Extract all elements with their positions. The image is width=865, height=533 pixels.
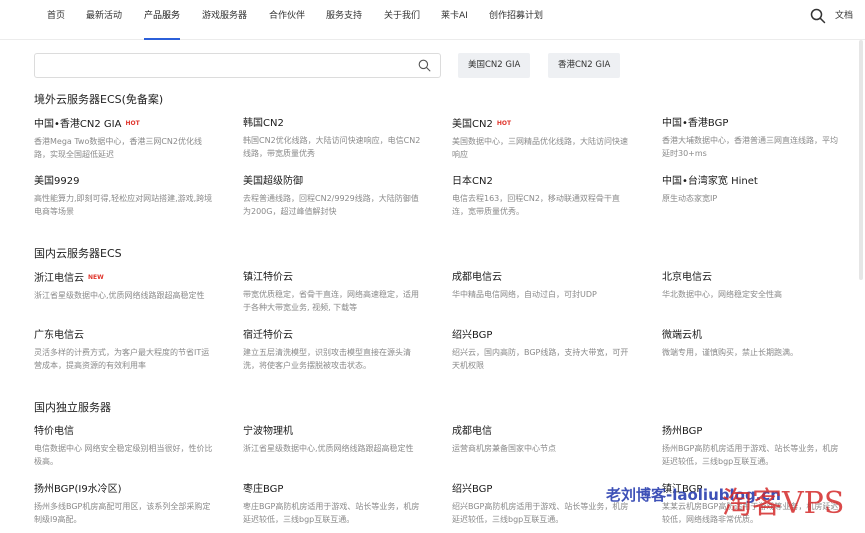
nav-item-creator-recruit[interactable]: 创作招募计划: [489, 0, 543, 40]
product-name: 扬州BGP(I9水冷区): [34, 484, 122, 495]
product-card[interactable]: 特价电信 电信数据中心 网络安全稳定级别相当很好，性价比极高。: [34, 425, 214, 468]
section-title-overseas-ecs: 境外云服务器ECS(免备案): [34, 93, 164, 106]
product-desc: 绍兴BGP高防机房适用于游戏、站长等业务，机房延迟较低，三线bgp互联互通。: [452, 502, 629, 524]
nav-item-latest[interactable]: 最新活动: [86, 0, 122, 40]
product-name: 绍兴BGP: [452, 484, 493, 495]
product-desc: 灵活多样的计费方式，为客户最大程度的节省IT运营成本，提高资源的有效利用率: [34, 348, 210, 370]
product-desc: 香港大埔数据中心，香港普通三网直连线路，平均延时30+ms: [662, 136, 838, 158]
product-card[interactable]: 绍兴BGP 绍兴云，国内高防，BGP线路，支持大带宽，可开天机权限: [452, 329, 632, 372]
product-name: 浙江电信云: [34, 273, 84, 284]
product-card[interactable]: 扬州BGP 扬州BGP高防机房适用于游戏、站长等业务，机房延迟较低，三线bgp互…: [662, 425, 842, 468]
product-card[interactable]: 韩国CN2 韩国CN2优化线路，大陆访问快速响应，电信CN2线路，带宽质量优秀: [243, 117, 423, 160]
product-desc: 高性能算力,即刻可得,轻松应对网站搭建,游戏,跨境电商等场景: [34, 194, 213, 216]
product-card[interactable]: 中国•香港BGP 香港大埔数据中心，香港普通三网直连线路，平均延时30+ms: [662, 117, 842, 160]
product-card[interactable]: 宿迁特价云 建立五层清洗模型，识别攻击模型直接在源头清洗，将使客户业务摆脱被攻击…: [243, 329, 423, 372]
product-desc: 原生动态家宽IP: [662, 194, 718, 203]
product-card[interactable]: 美国超级防御 去程普通线路，回程CN2/9929线路，大陆防御值为200G，超过…: [243, 175, 423, 218]
product-name: 广东电信云: [34, 330, 84, 341]
product-desc: 去程普通线路，回程CN2/9929线路，大陆防御值为200G，超过峰值解封快: [243, 194, 419, 216]
product-desc: 绍兴云，国内高防，BGP线路，支持大带宽，可开天机权限: [452, 348, 629, 370]
product-desc: 扬州BGP高防机房适用于游戏、站长等业务，机房延迟较低，三线bgp互联互通。: [662, 444, 839, 466]
product-desc: 建立五层清洗模型，识别攻击模型直接在源头清洗，将使客户业务摆脱被攻击状态。: [243, 348, 411, 370]
product-card[interactable]: 扬州BGP(I9水冷区) 扬州多线BGP机房高配可用区，该系列全部采购定制级I9…: [34, 483, 214, 526]
product-search-box: [34, 53, 441, 79]
product-desc: 运营商机房兼备国家中心节点: [452, 444, 556, 453]
product-search-input[interactable]: [35, 55, 405, 79]
product-name: 日本CN2: [452, 176, 493, 187]
filter-hk-cn2-gia[interactable]: 香港CN2 GIA: [548, 53, 621, 78]
product-card[interactable]: 中国•香港CN2 GIA HOT 香港Mega Two数据中心，香港三网CN2优化…: [34, 117, 214, 161]
product-card[interactable]: 微端云机 微端专用，谨慎购买，禁止长期跑满。: [662, 329, 842, 359]
product-card[interactable]: 成都电信 运营商机房兼备国家中心节点: [452, 425, 632, 455]
product-card[interactable]: 中国•台湾家宽 Hinet 原生动态家宽IP: [662, 175, 842, 205]
product-card[interactable]: 镇江特价云 带宽优质稳定，省骨干直连，网络高速稳定，适用于各种大带宽业务, 视频…: [243, 271, 423, 314]
product-card[interactable]: 浙江电信云 NEW 浙江省星级数据中心,优质网络线路跟超高稳定性: [34, 271, 214, 302]
product-name: 美国CN2: [452, 119, 493, 130]
scrollbar[interactable]: [859, 40, 863, 280]
product-desc: 枣庄BGP高防机房适用于游戏、站长等业务，机房延迟较低，三线bgp互联互通。: [243, 502, 420, 524]
nav-item-partners[interactable]: 合作伙伴: [269, 0, 305, 40]
product-name: 中国•台湾家宽 Hinet: [662, 176, 758, 187]
nav-item-home[interactable]: 首页: [47, 0, 65, 40]
product-name: 枣庄BGP: [243, 484, 284, 495]
product-name: 绍兴BGP: [452, 330, 493, 341]
product-desc: 浙江省星级数据中心,优质网络线路跟超高稳定性: [34, 291, 205, 300]
watermark-vps: 淘客VPS: [722, 486, 845, 521]
docs-link[interactable]: 文档: [835, 0, 853, 32]
product-name: 扬州BGP: [662, 426, 703, 437]
product-name: 成都电信: [452, 426, 492, 437]
nav-item-game-servers[interactable]: 游戏服务器: [202, 0, 247, 40]
top-nav: 首页 最新活动 产品服务 游戏服务器 合作伙伴 服务支持 关于我们 莱卡AI 创…: [0, 0, 865, 40]
product-name: 中国•香港BGP: [662, 118, 729, 129]
product-name: 微端云机: [662, 330, 702, 341]
product-name: 宁波物理机: [243, 426, 293, 437]
product-name: 美国9929: [34, 176, 80, 187]
new-badge: NEW: [88, 274, 104, 281]
product-name: 北京电信云: [662, 272, 712, 283]
product-desc: 华北数据中心，网络稳定安全性高: [662, 290, 782, 299]
nav-item-products[interactable]: 产品服务: [144, 0, 181, 40]
search-icon[interactable]: [418, 59, 431, 72]
search-icon[interactable]: [810, 8, 826, 24]
product-desc: 浙江省星级数据中心,优质网络线路跟超高稳定性: [243, 444, 414, 453]
product-card[interactable]: 宁波物理机 浙江省星级数据中心,优质网络线路跟超高稳定性: [243, 425, 423, 455]
product-card[interactable]: 绍兴BGP 绍兴BGP高防机房适用于游戏、站长等业务，机房延迟较低，三线bgp互…: [452, 483, 632, 526]
product-card[interactable]: 日本CN2 电信去程163，回程CN2，移动联通双程骨干直连，宽带质量优秀。: [452, 175, 632, 218]
product-card[interactable]: 枣庄BGP 枣庄BGP高防机房适用于游戏、站长等业务，机房延迟较低，三线bgp互…: [243, 483, 423, 526]
product-desc: 香港Mega Two数据中心，香港三网CN2优化线路，实现全国超低延迟: [34, 137, 203, 159]
product-desc: 韩国CN2优化线路，大陆访问快速响应，电信CN2线路，带宽质量优秀: [243, 136, 421, 158]
product-desc: 扬州多线BGP机房高配可用区，该系列全部采购定制级I9高配。: [34, 502, 211, 524]
product-name: 中国•香港CN2 GIA: [34, 119, 122, 130]
hot-badge: HOT: [496, 120, 512, 127]
nav-item-about[interactable]: 关于我们: [384, 0, 420, 40]
product-name: 美国超级防御: [243, 176, 303, 187]
product-desc: 带宽优质稳定，省骨干直连，网络高速稳定，适用于各种大带宽业务, 视频, 下载等: [243, 290, 419, 312]
product-desc: 华中精品电信网络，自动过白，可封UDP: [452, 290, 597, 299]
filter-us-cn2-gia[interactable]: 美国CN2 GIA: [458, 53, 531, 78]
section-title-domestic-dedicated: 国内独立服务器: [34, 401, 111, 414]
nav-item-laika-ai[interactable]: 莱卡AI: [441, 0, 468, 40]
product-desc: 电信数据中心 网络安全稳定级别相当很好，性价比极高。: [34, 444, 213, 466]
product-desc: 电信去程163，回程CN2，移动联通双程骨干直连，宽带质量优秀。: [452, 194, 620, 216]
product-card[interactable]: 成都电信云 华中精品电信网络，自动过白，可封UDP: [452, 271, 632, 301]
section-title-domestic-ecs: 国内云服务器ECS: [34, 247, 122, 260]
nav-item-support[interactable]: 服务支持: [326, 0, 362, 40]
product-desc: 美国数据中心，三网精品优化线路，大陆访问快速响应: [452, 137, 628, 159]
product-card[interactable]: 广东电信云 灵活多样的计费方式，为客户最大程度的节省IT运营成本，提高资源的有效…: [34, 329, 214, 372]
product-name: 镇江特价云: [243, 272, 293, 283]
product-name: 特价电信: [34, 426, 74, 437]
product-name: 成都电信云: [452, 272, 502, 283]
product-card[interactable]: 美国CN2 HOT 美国数据中心，三网精品优化线路，大陆访问快速响应: [452, 117, 632, 161]
product-card[interactable]: 北京电信云 华北数据中心，网络稳定安全性高: [662, 271, 842, 301]
product-card[interactable]: 美国9929 高性能算力,即刻可得,轻松应对网站搭建,游戏,跨境电商等场景: [34, 175, 214, 218]
hot-badge: HOT: [125, 120, 140, 127]
product-name: 韩国CN2: [243, 118, 284, 129]
product-desc: 微端专用，谨慎购买，禁止长期跑满。: [662, 348, 798, 357]
product-name: 宿迁特价云: [243, 330, 293, 341]
